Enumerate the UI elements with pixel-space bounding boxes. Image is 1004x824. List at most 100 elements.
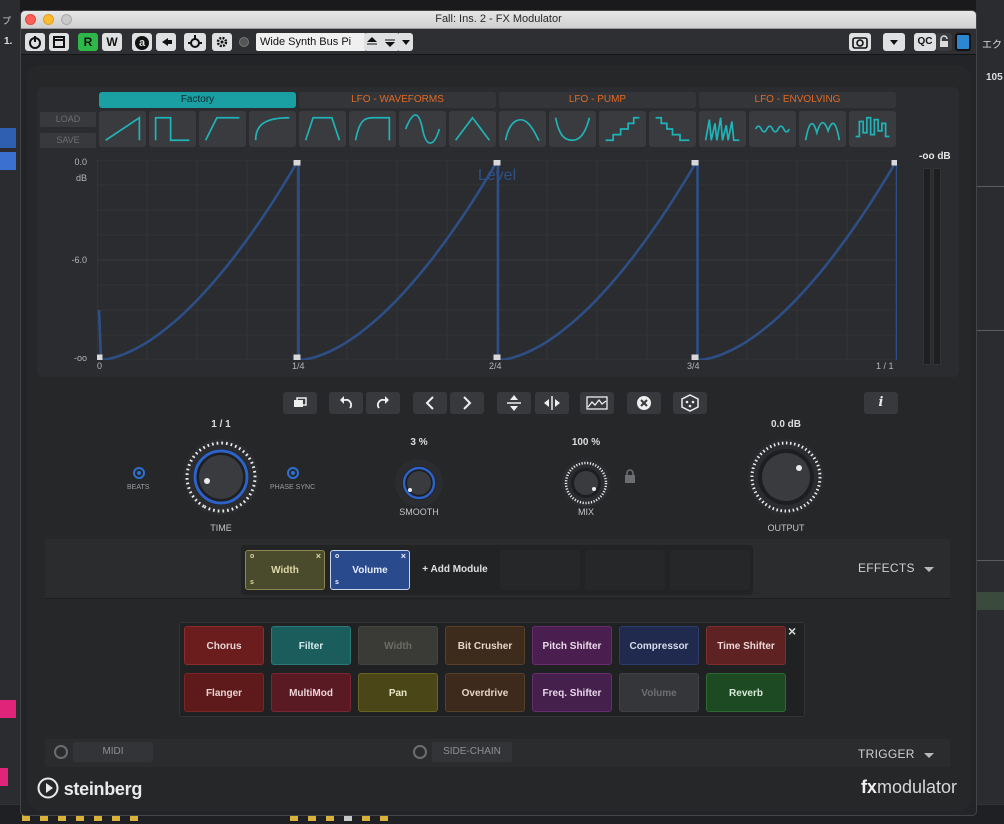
category-tab[interactable]: Factory	[99, 92, 296, 108]
category-tab[interactable]: LFO - WAVEFORMS	[299, 92, 496, 108]
shape-preset-button[interactable]	[149, 111, 196, 147]
curve-node-handle[interactable]	[691, 354, 699, 361]
flip-vertical-button[interactable]	[497, 392, 531, 414]
effect-button[interactable]: Reverb	[706, 673, 786, 712]
save-button[interactable]: SAVE	[40, 133, 96, 148]
snapshot-button[interactable]	[849, 33, 871, 51]
shape-preset-button[interactable]	[199, 111, 246, 147]
empty-slot[interactable]	[500, 550, 580, 590]
shape-preset-button[interactable]	[399, 111, 446, 147]
curve-node-handle[interactable]	[97, 354, 103, 361]
shape-preset-button[interactable]	[699, 111, 746, 147]
empty-slot[interactable]	[670, 550, 750, 590]
clear-button[interactable]	[627, 392, 661, 414]
category-tab[interactable]: LFO - ENVOLVING	[699, 92, 896, 108]
shape-preset-button[interactable]	[549, 111, 596, 147]
write-automation-button[interactable]: W	[102, 33, 122, 51]
trigger-dropdown-label[interactable]: TRIGGER	[858, 747, 915, 761]
bypass-button[interactable]	[49, 33, 69, 51]
phase-sync-radio[interactable]	[287, 467, 299, 479]
trigger-chevron-down-icon[interactable]	[924, 753, 934, 758]
effect-button[interactable]: Chorus	[184, 626, 264, 665]
undo-button[interactable]	[329, 392, 363, 414]
module-volume[interactable]: o × Volume s	[330, 550, 410, 590]
flip-horizontal-button[interactable]	[535, 392, 569, 414]
snapshot-menu-button[interactable]	[883, 33, 905, 51]
redo-button[interactable]	[366, 392, 400, 414]
shape-preset-button[interactable]	[99, 111, 146, 147]
shape-preset-button[interactable]	[349, 111, 396, 147]
mix-knob[interactable]	[561, 458, 611, 508]
sidechain-button[interactable]: SIDE-CHAIN	[432, 742, 512, 762]
lock-button[interactable]	[936, 33, 952, 51]
module-solo-toggle[interactable]: o	[335, 552, 339, 561]
module-remove-button[interactable]: ×	[316, 552, 321, 561]
empty-slot[interactable]	[585, 550, 665, 590]
effect-button[interactable]: Filter	[271, 626, 351, 665]
randomize-button[interactable]	[673, 392, 707, 414]
module-solo-toggle[interactable]: o	[250, 552, 254, 561]
effect-button[interactable]: Width	[358, 626, 438, 665]
read-automation-button[interactable]: R	[78, 33, 98, 51]
effect-button[interactable]: MultiMod	[271, 673, 351, 712]
curve-node-handle[interactable]	[691, 160, 699, 166]
shape-preset-button[interactable]	[599, 111, 646, 147]
shape-preset-button[interactable]	[499, 111, 546, 147]
effect-button[interactable]: Compressor	[619, 626, 699, 665]
copy-button[interactable]	[283, 392, 317, 414]
curve-node-handle[interactable]	[493, 354, 501, 361]
curve-node-handle[interactable]	[293, 160, 301, 166]
shape-preset-button[interactable]	[299, 111, 346, 147]
shape-preset-button[interactable]	[449, 111, 496, 147]
shape-preset-button[interactable]	[649, 111, 696, 147]
output-knob[interactable]	[746, 437, 826, 517]
time-knob[interactable]	[181, 437, 261, 517]
shape-preset-button[interactable]	[749, 111, 796, 147]
effect-button[interactable]: Freq. Shifter	[532, 673, 612, 712]
module-side-toggle[interactable]: s	[250, 578, 254, 587]
title-bar[interactable]: Fall: Ins. 2 - FX Modulator	[21, 11, 976, 29]
beats-radio[interactable]	[133, 467, 145, 479]
waveform-view-button[interactable]	[580, 392, 614, 414]
preset-name-field[interactable]: Wide Synth Bus Pi	[256, 33, 366, 51]
load-button[interactable]: LOAD	[40, 112, 96, 127]
ab-compare-button[interactable]: a	[132, 33, 152, 51]
category-tab[interactable]: LFO - PUMP	[499, 92, 696, 108]
smooth-knob[interactable]	[394, 458, 444, 508]
sidechain-toggle-icon[interactable]	[413, 745, 427, 759]
preset-menu-button[interactable]	[399, 33, 413, 51]
preset-prev-next-button[interactable]	[364, 33, 400, 51]
mix-lock-icon[interactable]	[623, 468, 637, 484]
effect-button[interactable]: Overdrive	[445, 673, 525, 712]
midi-button[interactable]: MIDI	[73, 742, 153, 762]
module-side-toggle[interactable]: s	[335, 578, 339, 587]
effect-button[interactable]: Pitch Shifter	[532, 626, 612, 665]
curve-node-handle[interactable]	[493, 160, 501, 166]
shape-preset-button[interactable]	[799, 111, 846, 147]
previous-button[interactable]	[413, 392, 447, 414]
effect-button[interactable]: Volume	[619, 673, 699, 712]
settings-button[interactable]	[212, 33, 232, 51]
effect-button[interactable]: Bit Crusher	[445, 626, 525, 665]
curve-node-handle[interactable]	[293, 354, 301, 361]
module-remove-button[interactable]: ×	[401, 552, 406, 561]
effects-dropdown-label[interactable]: EFFECTS	[858, 561, 915, 575]
modulation-shape-graph[interactable]: Level	[97, 160, 897, 360]
copy-settings-button[interactable]	[156, 33, 176, 51]
shape-preset-button[interactable]	[849, 111, 896, 147]
effect-button[interactable]: Flanger	[184, 673, 264, 712]
curve-node-handle[interactable]	[891, 160, 898, 166]
info-button[interactable]: i	[864, 392, 898, 414]
midi-toggle-icon[interactable]	[54, 745, 68, 759]
shape-preset-button[interactable]	[249, 111, 296, 147]
effects-chevron-down-icon[interactable]	[924, 567, 934, 572]
next-button[interactable]	[450, 392, 484, 414]
effect-button[interactable]: Time Shifter	[706, 626, 786, 665]
routing-button[interactable]	[184, 33, 206, 51]
quick-controls-button[interactable]: QC	[914, 33, 936, 51]
close-effects-icon[interactable]: ×	[788, 623, 796, 639]
effect-button[interactable]: Pan	[358, 673, 438, 712]
module-width[interactable]: o × Width s	[245, 550, 325, 590]
add-module-button[interactable]: + Add Module	[415, 550, 495, 590]
function-button[interactable]	[955, 33, 971, 51]
